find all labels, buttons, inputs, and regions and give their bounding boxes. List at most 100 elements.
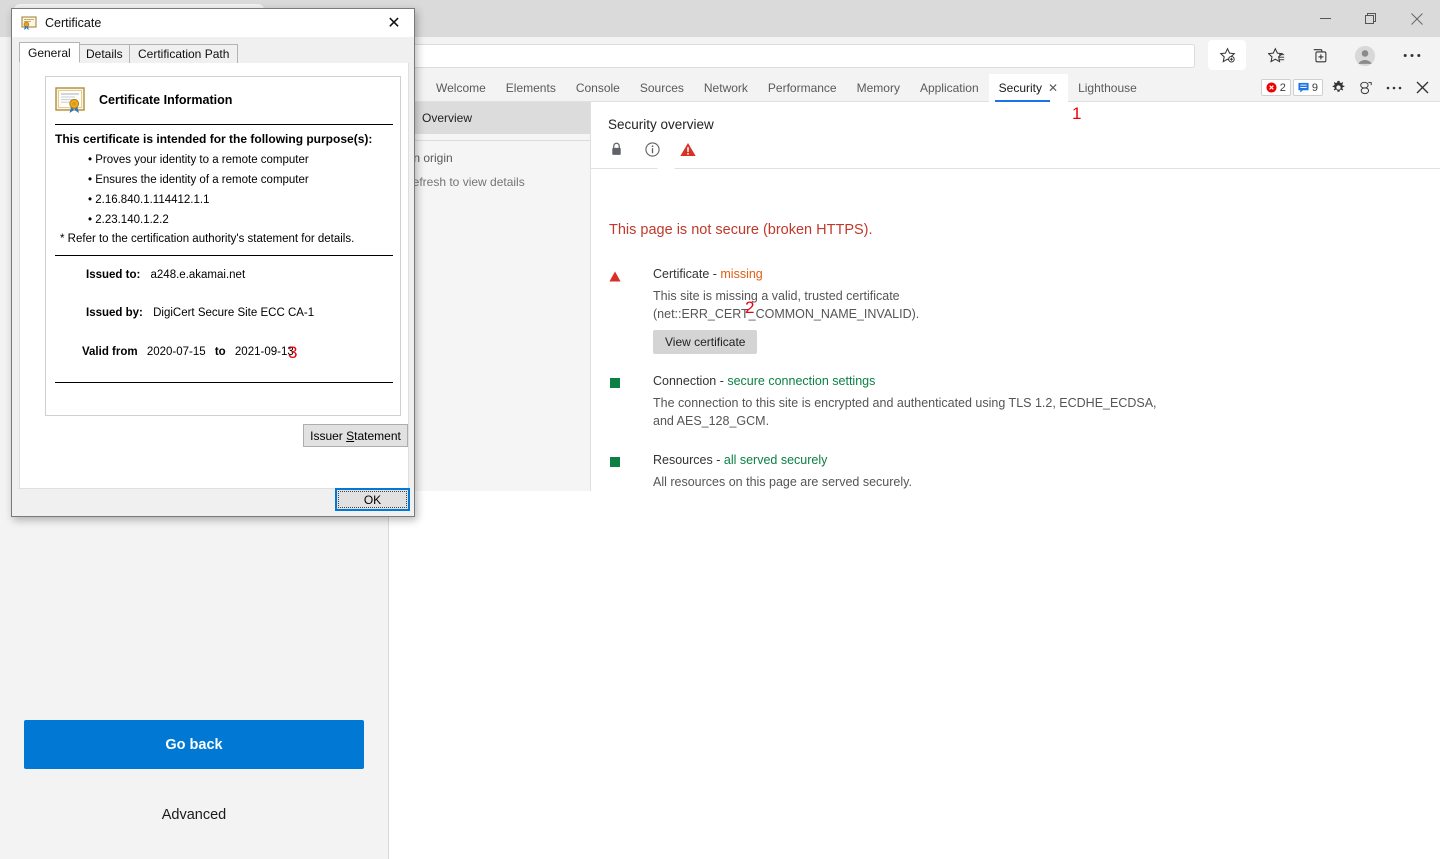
tab-label: Application xyxy=(919,81,979,95)
tab-label: Security xyxy=(998,81,1043,95)
tab-console[interactable]: Console xyxy=(566,74,630,102)
tabbar-spacer xyxy=(1147,74,1261,101)
security-block-connection: Connection - secure connection settings … xyxy=(609,374,1169,431)
minimize-icon[interactable] xyxy=(1302,0,1348,37)
warning-triangle-icon xyxy=(609,271,621,283)
go-back-button[interactable]: Go back xyxy=(24,720,364,769)
sidebar-refresh-hint: Refresh to view details xyxy=(404,175,525,189)
field-value: DigiCert Secure Site ECC CA-1 xyxy=(153,307,315,319)
sidebar-divider xyxy=(390,140,590,141)
favorites-icon[interactable] xyxy=(1256,37,1296,74)
add-favorite-icon[interactable] xyxy=(1208,40,1246,70)
certificate-general-panel: Certificate Information This certificate… xyxy=(19,63,409,489)
certificate-purpose-heading: This certificate is intended for the fol… xyxy=(55,132,373,146)
divider xyxy=(55,124,393,125)
browser-window: Go back Advanced Welcome Elements Consol… xyxy=(0,0,1440,859)
security-block-state[interactable]: secure connection settings xyxy=(727,374,875,388)
security-block-heading: Connection - secure connection settings xyxy=(653,374,1169,388)
sidebar-item-label: Overview xyxy=(422,111,473,125)
advanced-button[interactable]: Advanced xyxy=(24,800,364,830)
validity-to-label: to xyxy=(214,346,226,358)
divider xyxy=(55,255,393,256)
devtools-panel: Welcome Elements Console Sources Network… xyxy=(389,74,1440,491)
tab-memory[interactable]: Memory xyxy=(847,74,910,102)
view-certificate-button[interactable]: View certificate xyxy=(653,329,758,354)
security-overview-pane: Security overview This page is not secur… xyxy=(591,102,1440,491)
close-devtools-icon[interactable] xyxy=(1409,75,1435,101)
certificate-field-issued-by: Issued by: DigiCert Secure Site ECC CA-1 xyxy=(86,307,314,319)
close-icon[interactable] xyxy=(1394,0,1440,37)
security-block-state[interactable]: all served securely xyxy=(724,453,828,467)
active-state-caret xyxy=(657,160,675,169)
security-sidebar: Overview ain origin Refresh to view deta… xyxy=(390,102,591,491)
profile-avatar-icon[interactable] xyxy=(1345,37,1385,74)
tab-label: Sources xyxy=(639,81,684,95)
info-circle-icon xyxy=(643,140,661,158)
cert-tab-general[interactable]: General xyxy=(19,42,80,63)
ok-button-label: OK xyxy=(338,491,407,508)
message-count-badge[interactable]: 9 xyxy=(1292,79,1323,96)
green-square-icon xyxy=(609,378,621,390)
cert-tab-details[interactable]: Details xyxy=(77,44,132,63)
error-count: 2 xyxy=(1279,81,1286,94)
collections-icon[interactable] xyxy=(1300,37,1340,74)
tab-close-icon[interactable]: ✕ xyxy=(1048,81,1058,95)
page-title: Security overview xyxy=(608,117,714,132)
tab-application[interactable]: Application xyxy=(910,74,989,102)
certificate-dialog-titlebar: Certificate ✕ xyxy=(12,9,414,37)
certificate-purpose-item: • Ensures the identity of a remote compu… xyxy=(88,174,309,186)
field-label: Issued to: xyxy=(86,269,141,281)
validity-from-label: Valid from xyxy=(82,346,138,358)
field-label: Issued by: xyxy=(86,307,143,319)
devtools-customize-icon[interactable] xyxy=(1353,75,1379,101)
security-block-description: This site is missing a valid, trusted ce… xyxy=(653,289,920,321)
error-count-badge[interactable]: 2 xyxy=(1260,79,1291,96)
certificate-information-title: Certificate Information xyxy=(99,93,233,107)
tab-label: Welcome xyxy=(436,81,486,95)
tab-label: Performance xyxy=(767,81,837,95)
issuer-statement-button[interactable]: Issuer Statement xyxy=(303,424,408,447)
security-block-certificate: Certificate - missing This site is missi… xyxy=(609,267,1169,354)
sidebar-item-overview[interactable]: Overview xyxy=(390,102,590,134)
tab-label: Console xyxy=(575,81,620,95)
cert-tab-certification-path[interactable]: Certification Path xyxy=(129,44,239,63)
issuer-statement-label-pre: Issuer xyxy=(310,428,347,443)
certificate-dialog-title: Certificate xyxy=(45,16,102,30)
annotation-number-1: 1 xyxy=(1072,104,1082,123)
tab-welcome[interactable]: Welcome xyxy=(426,74,496,102)
security-state-icons xyxy=(607,140,697,158)
message-icon xyxy=(1298,82,1309,93)
tab-label: Network xyxy=(703,81,748,95)
more-options-icon[interactable] xyxy=(1381,75,1407,101)
annotation-number-2: 2 xyxy=(745,298,755,317)
lock-icon xyxy=(607,140,625,158)
close-icon[interactable]: ✕ xyxy=(374,9,414,37)
validity-from-value: 2020-07-15 xyxy=(146,346,206,358)
issuer-statement-label-post: tatement xyxy=(354,428,401,443)
certificate-seal-icon xyxy=(55,87,85,113)
tab-label: Elements xyxy=(505,81,556,95)
certificate-information-header: Certificate Information xyxy=(55,87,232,113)
tab-security[interactable]: Security ✕ xyxy=(988,74,1069,102)
tab-lighthouse[interactable]: Lighthouse xyxy=(1068,74,1147,102)
devtools-body: Overview ain origin Refresh to view deta… xyxy=(390,102,1440,491)
restore-icon[interactable] xyxy=(1348,0,1394,37)
validity-to-value: 2021-09-13 xyxy=(234,346,294,358)
certificate-refer-note: * Refer to the certification authority's… xyxy=(60,233,355,245)
sidebar-main-origin-label: ain origin xyxy=(404,151,453,165)
tab-network[interactable]: Network xyxy=(694,74,758,102)
window-controls xyxy=(1302,0,1440,37)
certificate-field-issued-to: Issued to: a248.e.akamai.net xyxy=(86,269,245,281)
tab-performance[interactable]: Performance xyxy=(758,74,847,102)
settings-and-more-icon[interactable] xyxy=(1392,37,1432,74)
tab-sources[interactable]: Sources xyxy=(630,74,694,102)
tab-elements[interactable]: Elements xyxy=(496,74,566,102)
security-block-state: missing xyxy=(720,267,763,281)
certificate-information-box: Certificate Information This certificate… xyxy=(45,76,401,416)
certificate-purpose-item: • 2.16.840.1.114412.1.1 xyxy=(88,194,210,206)
security-block-title: Resources - xyxy=(653,453,721,467)
ok-button[interactable]: OK xyxy=(335,488,410,511)
settings-gear-icon[interactable] xyxy=(1325,75,1351,101)
annotation-number-3: 3 xyxy=(288,343,298,362)
security-block-heading: Resources - all served securely xyxy=(653,453,1169,467)
